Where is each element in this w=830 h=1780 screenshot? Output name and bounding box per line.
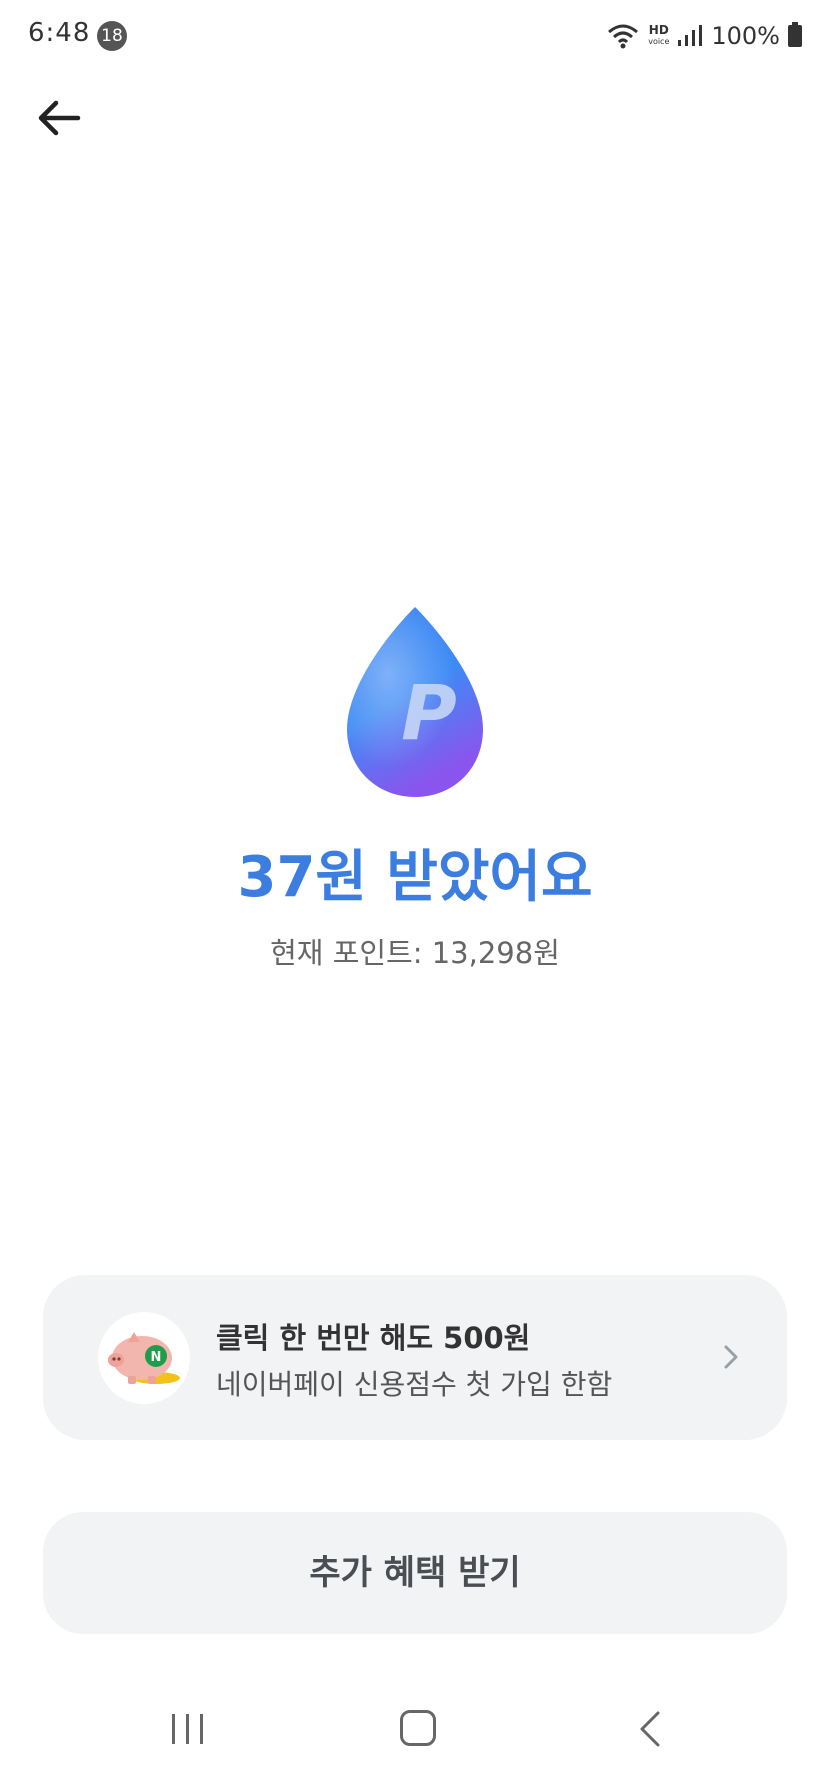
battery-icon <box>788 22 802 47</box>
extra-benefits-button[interactable]: 추가 혜택 받기 <box>43 1512 787 1634</box>
piggy-letter: N <box>151 1350 162 1365</box>
recents-icon[interactable] <box>168 1712 208 1746</box>
promo-thumbnail: N <box>98 1312 190 1404</box>
signal-icon <box>678 25 703 46</box>
piggy-bank-icon: N <box>108 1332 180 1384</box>
promo-subtitle: 네이버페이 신용점수 첫 가입 한함 <box>216 1368 613 1401</box>
back-icon[interactable] <box>638 1710 662 1748</box>
status-icons: HD voice 100% <box>606 16 802 56</box>
wifi-icon <box>608 24 639 49</box>
chevron-right-icon <box>724 1345 738 1369</box>
notification-count-badge: 18 <box>97 21 127 51</box>
hd-voice-icon: HD voice <box>648 23 670 46</box>
battery-percentage: 100% <box>711 22 780 50</box>
reward-headline: 37원 받았어요 <box>237 845 593 910</box>
current-points: 현재 포인트: 13,298원 <box>270 936 560 970</box>
point-drop-icon: P <box>347 607 483 797</box>
home-icon[interactable] <box>400 1710 436 1746</box>
clock: 6:48 <box>28 18 91 48</box>
system-nav-bar <box>0 1690 830 1780</box>
promo-title: 클릭 한 번만 해도 500원 <box>216 1321 531 1355</box>
drop-letter: P <box>401 668 457 757</box>
promo-card[interactable]: N 클릭 한 번만 해도 500원 네이버페이 신용점수 첫 가입 한함 <box>43 1275 787 1440</box>
arrow-left-icon[interactable] <box>34 92 86 144</box>
status-bar: 6:48 18 HD voice 100% <box>0 0 830 72</box>
